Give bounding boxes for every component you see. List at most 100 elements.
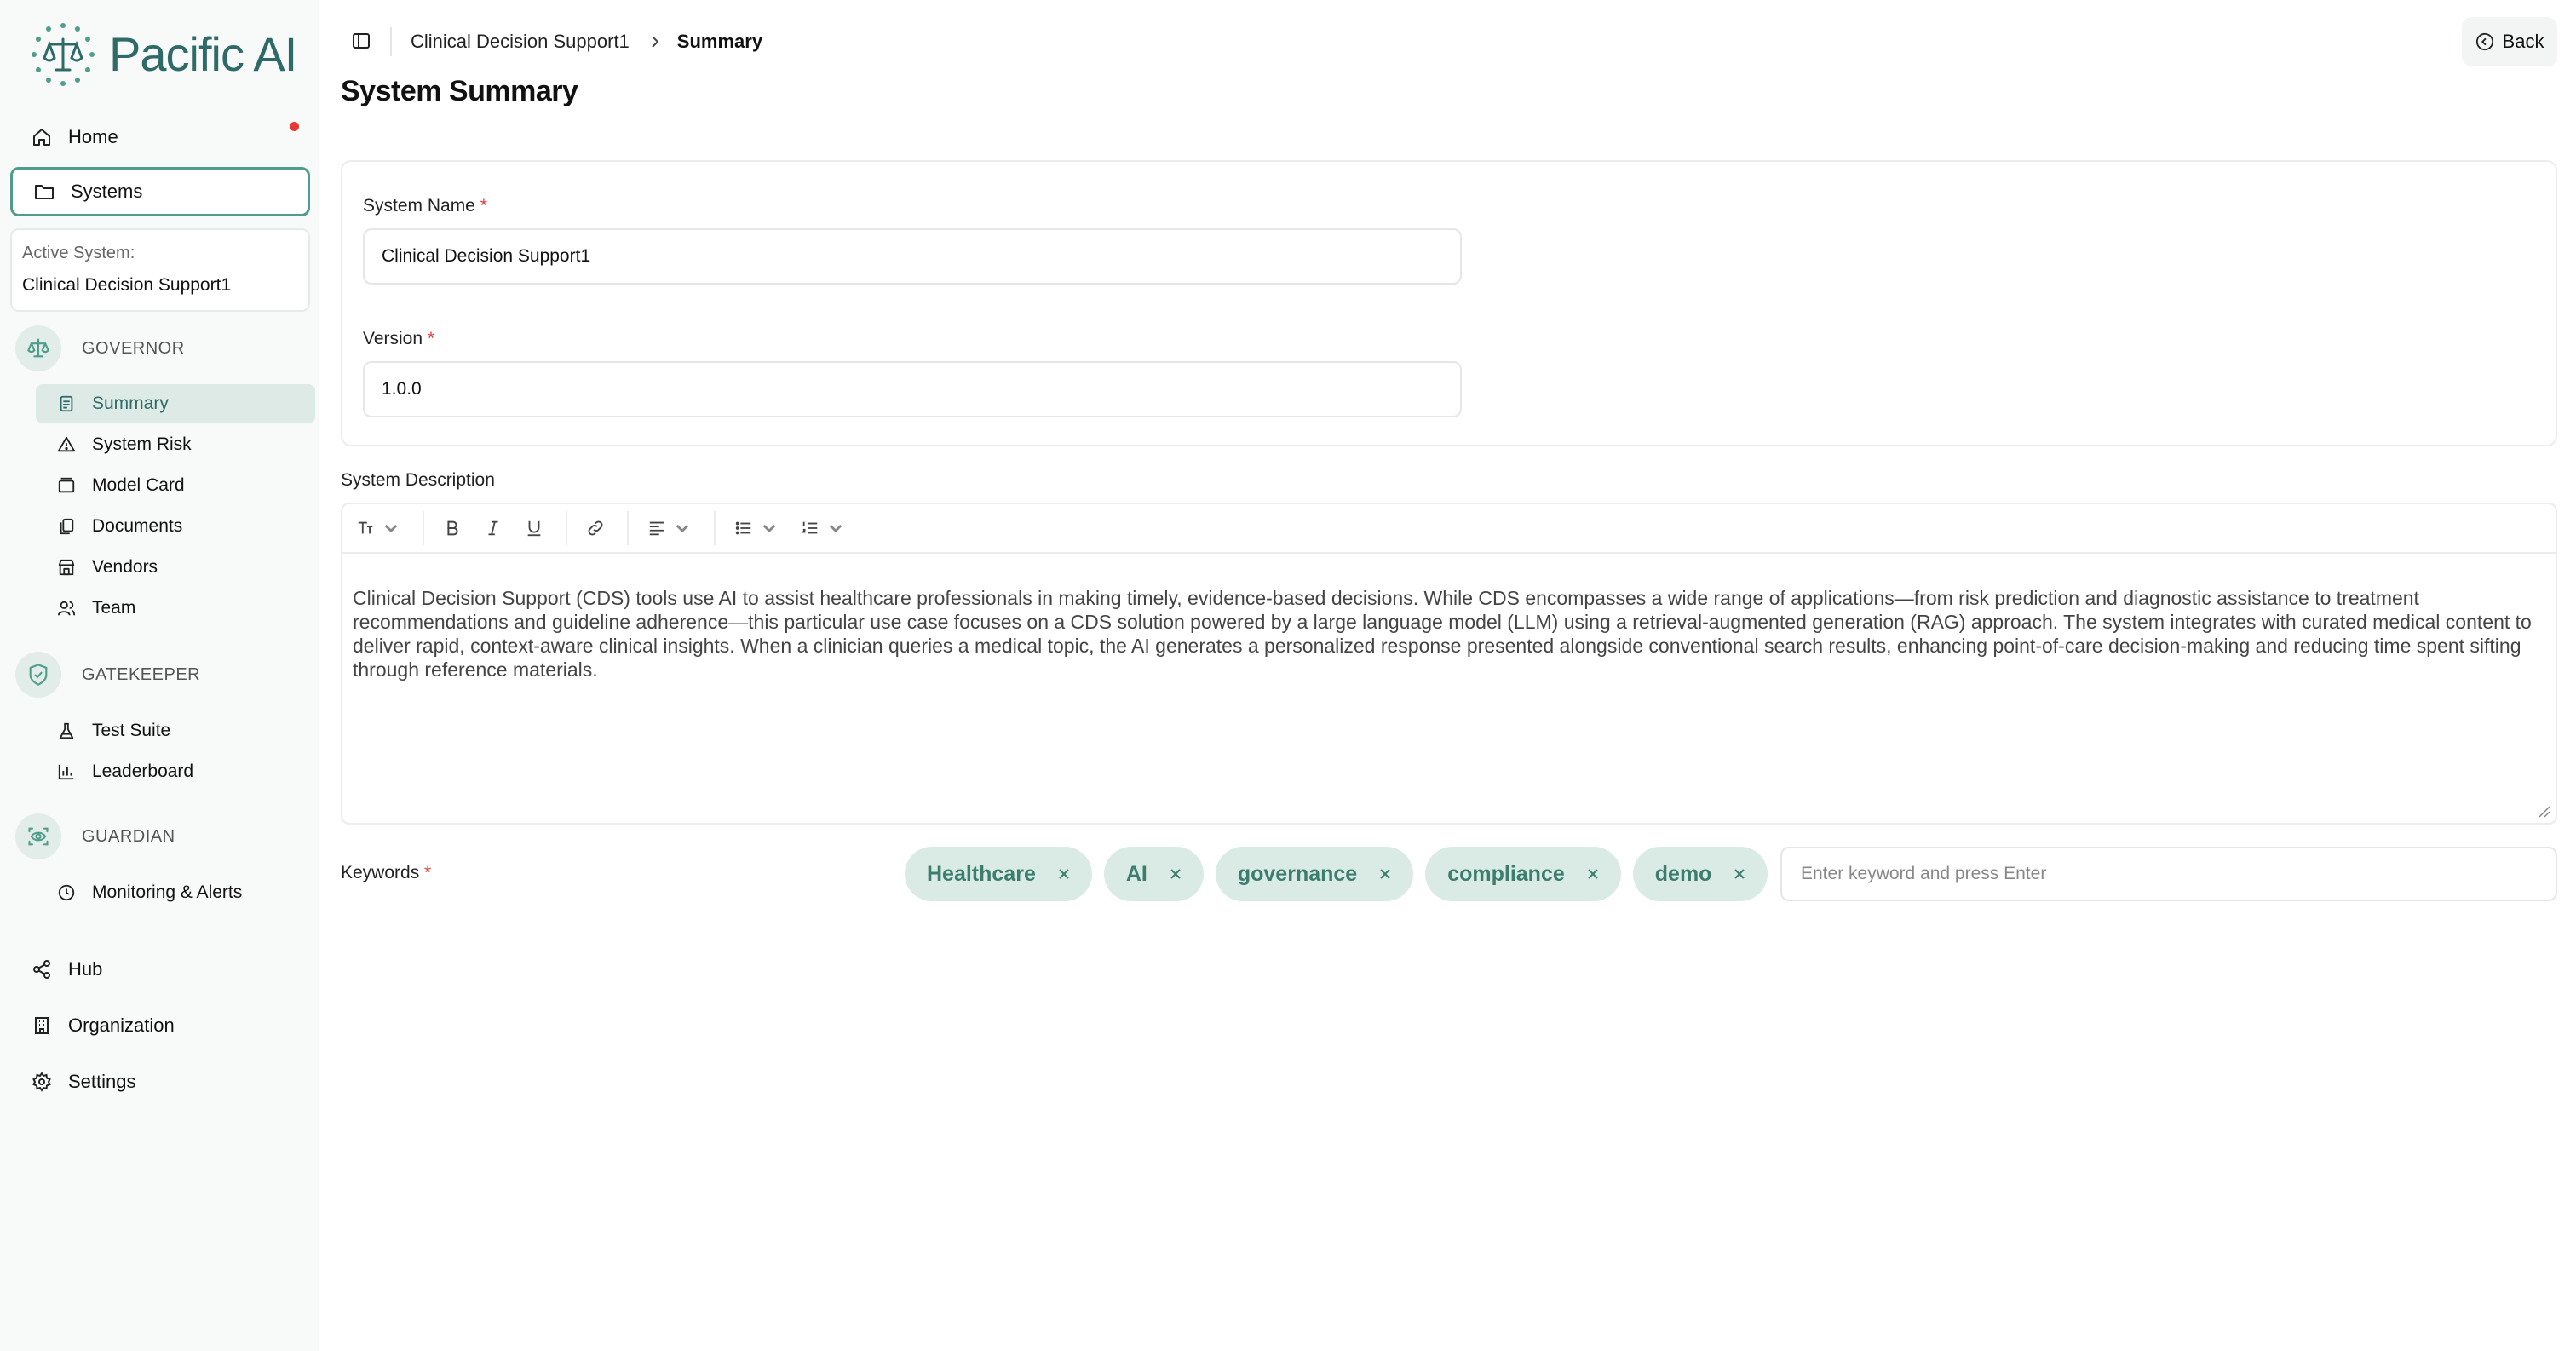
sidebar: Pacific AI Home Systems Active System: C… (0, 0, 319, 1351)
active-system-value: Clinical Decision Support1 (22, 275, 232, 295)
folder-icon (33, 181, 55, 203)
warning-icon (56, 434, 77, 455)
breadcrumb-system-link[interactable]: Clinical Decision Support1 (411, 31, 630, 53)
link-button[interactable] (586, 519, 605, 538)
keyword-chip: compliance (1425, 847, 1621, 901)
system-name-label: System Name * (363, 196, 487, 216)
toolbar-divider (423, 511, 424, 545)
section-title: GOVERNOR (82, 338, 185, 358)
version-input[interactable]: 1.0.0 (363, 361, 1462, 417)
documents-icon (56, 516, 77, 537)
sidebar-item-label: Test Suite (92, 721, 171, 740)
remove-chip-icon[interactable] (1732, 866, 1747, 882)
notification-dot (290, 122, 299, 131)
chevron-right-icon (652, 36, 659, 48)
sidebar-item-model-card[interactable]: Model Card (36, 466, 315, 505)
sidebar-item-label: Model Card (92, 475, 185, 495)
flask-icon (56, 721, 77, 741)
numbered-list-icon (801, 521, 818, 534)
breadcrumb: Clinical Decision Support1 Summary (411, 31, 762, 53)
sidebar-item-documents[interactable]: Documents (36, 507, 315, 546)
sidebar-item-home[interactable]: Home (10, 112, 310, 162)
keyword-chip: AI (1103, 847, 1204, 901)
sidebar-item-settings[interactable]: Settings (10, 1057, 310, 1107)
italic-button[interactable] (484, 519, 503, 538)
scales-logo-icon (32, 23, 95, 86)
chevron-down-icon (384, 524, 398, 533)
keyword-chips: Healthcare AI governance compliance demo (905, 847, 1780, 901)
description-text[interactable]: Clinical Decision Support (CDS) tools us… (353, 586, 2542, 681)
sidebar-item-vendors[interactable]: Vendors (36, 548, 315, 587)
shield-icon (15, 652, 61, 698)
sidebar-item-leaderboard[interactable]: Leaderboard (36, 752, 315, 791)
sidebar-toggle-icon[interactable] (351, 31, 371, 51)
store-icon (56, 557, 77, 578)
sidebar-item-system-risk[interactable]: System Risk (36, 425, 315, 464)
sidebar-item-label: Monitoring & Alerts (92, 882, 243, 902)
sidebar-item-label: Home (68, 126, 118, 147)
keywords-label: Keywords * (341, 863, 432, 882)
bold-button[interactable] (443, 519, 462, 538)
back-button[interactable]: Back (2462, 17, 2557, 66)
home-icon (31, 126, 53, 148)
back-button-label: Back (2502, 31, 2544, 52)
sidebar-item-label: System Risk (92, 434, 192, 454)
sidebar-item-label: Organization (68, 1015, 175, 1036)
sidebar-item-hub[interactable]: Hub (10, 945, 310, 994)
resize-handle-icon[interactable] (2537, 804, 2550, 818)
sidebar-item-test-suite[interactable]: Test Suite (36, 711, 315, 750)
chevron-down-icon (676, 524, 689, 533)
bold-icon (447, 520, 458, 536)
sidebar-item-label: Summary (92, 394, 169, 413)
sidebar-item-team[interactable]: Team (36, 589, 315, 628)
brand-name: Pacific AI (109, 27, 297, 81)
pacific-ai-logo[interactable]: Pacific AI (29, 20, 297, 89)
sidebar-item-systems[interactable]: Systems (10, 167, 310, 216)
numbered-list-dropdown[interactable] (801, 519, 845, 538)
sidebar-item-label: Hub (68, 958, 103, 980)
users-icon (56, 598, 77, 618)
header-divider (390, 27, 392, 56)
section-title: GATEKEEPER (82, 664, 201, 684)
sidebar-item-monitoring-alerts[interactable]: Monitoring & Alerts (36, 873, 315, 912)
share-icon (31, 958, 53, 980)
sidebar-item-label: Vendors (92, 557, 158, 577)
keyword-chip: demo (1632, 847, 1768, 901)
keyword-input[interactable]: Enter keyword and press Enter (1780, 847, 2557, 901)
remove-chip-icon[interactable] (1377, 866, 1393, 882)
section-governor: GOVERNOR (15, 325, 185, 371)
bullet-list-icon (735, 521, 751, 535)
page-title: System Summary (341, 75, 578, 107)
scales-icon (15, 325, 61, 371)
toolbar-divider (714, 511, 716, 545)
keyword-chip-label: governance (1237, 861, 1358, 886)
remove-chip-icon[interactable] (1585, 866, 1601, 882)
bullet-list-dropdown[interactable] (734, 519, 779, 538)
remove-chip-icon[interactable] (1168, 866, 1183, 882)
editor-toolbar (342, 504, 2556, 554)
section-guardian: GUARDIAN (15, 813, 175, 859)
system-description-label: System Description (341, 470, 495, 490)
card-icon (56, 475, 77, 496)
underline-button[interactable] (525, 519, 543, 538)
sidebar-item-label: Settings (68, 1071, 136, 1092)
system-info-card: System Name * Clinical Decision Support1… (341, 160, 2557, 446)
keyword-chip-label: AI (1125, 861, 1147, 886)
sidebar-item-summary[interactable]: Summary (36, 384, 315, 423)
eye-scan-icon (15, 813, 61, 859)
link-icon (588, 520, 603, 536)
sidebar-item-organization[interactable]: Organization (10, 1001, 310, 1050)
align-dropdown[interactable] (647, 519, 692, 538)
remove-chip-icon[interactable] (1056, 866, 1072, 882)
active-system-label: Active System: (22, 244, 135, 262)
system-description-editor[interactable]: Clinical Decision Support (CDS) tools us… (341, 503, 2557, 825)
toolbar-divider (627, 511, 629, 545)
keyword-chip: Healthcare (905, 847, 1092, 901)
italic-icon (488, 520, 498, 536)
align-left-icon (649, 521, 664, 536)
text-style-dropdown[interactable] (356, 519, 400, 538)
sidebar-item-label: Systems (71, 181, 143, 202)
sidebar-item-label: Team (92, 598, 136, 618)
breadcrumb-current: Summary (676, 31, 763, 52)
system-name-input[interactable]: Clinical Decision Support1 (363, 228, 1462, 285)
